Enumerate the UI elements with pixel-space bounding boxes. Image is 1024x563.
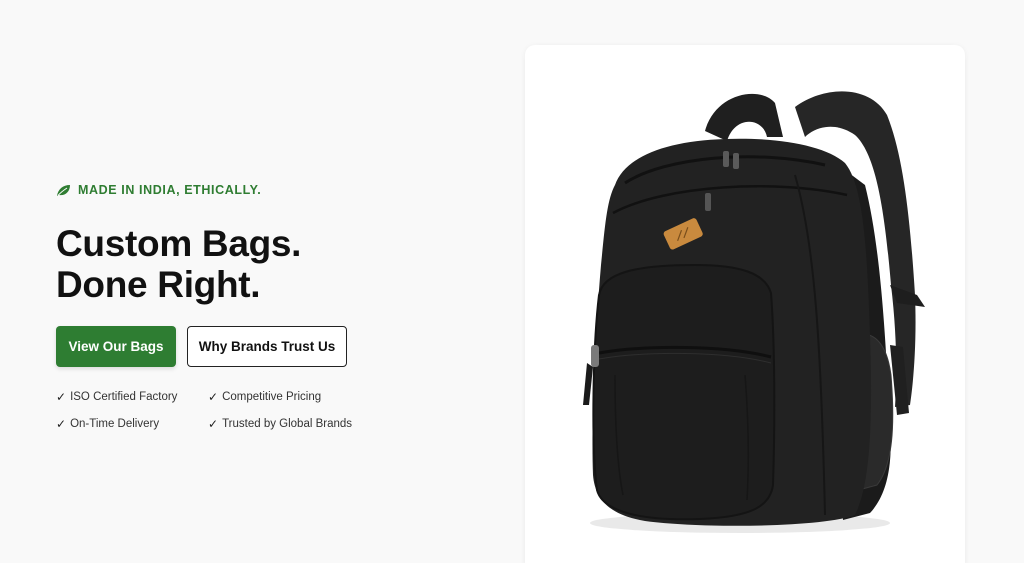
feature-item: ✓ Trusted by Global Brands (208, 416, 368, 431)
check-icon: ✓ (56, 416, 67, 431)
check-icon: ✓ (208, 416, 219, 431)
feature-label: ISO Certified Factory (70, 390, 178, 403)
view-our-bags-button[interactable]: View Our Bags (56, 326, 176, 367)
page-title: Custom Bags. Done Right. (56, 223, 486, 305)
check-icon: ✓ (56, 389, 67, 404)
feature-item: ✓ On-Time Delivery (56, 416, 208, 431)
why-brands-trust-us-button[interactable]: Why Brands Trust Us (187, 326, 347, 367)
tagline-text: MADE IN INDIA, ETHICALLY. (78, 183, 262, 197)
check-icon: ✓ (208, 389, 219, 404)
feature-item: ✓ ISO Certified Factory (56, 389, 208, 404)
feature-label: Trusted by Global Brands (222, 417, 353, 430)
backpack-image (583, 91, 925, 533)
cta-group: View Our Bags Why Brands Trust Us (56, 326, 486, 367)
feature-item: ✓ Competitive Pricing (208, 389, 368, 404)
headline-line-1: Custom Bags. (56, 223, 302, 264)
hero-content: MADE IN INDIA, ETHICALLY. Custom Bags. D… (56, 181, 486, 431)
headline-line-2: Done Right. (56, 264, 261, 305)
tagline: MADE IN INDIA, ETHICALLY. (56, 181, 486, 199)
hero-section: MADE IN INDIA, ETHICALLY. Custom Bags. D… (0, 0, 1024, 563)
feature-list: ✓ ISO Certified Factory ✓ Competitive Pr… (56, 389, 486, 431)
product-image-card (525, 45, 965, 563)
feature-label: On-Time Delivery (70, 417, 160, 430)
leaf-icon (56, 184, 71, 197)
feature-label: Competitive Pricing (222, 390, 322, 403)
